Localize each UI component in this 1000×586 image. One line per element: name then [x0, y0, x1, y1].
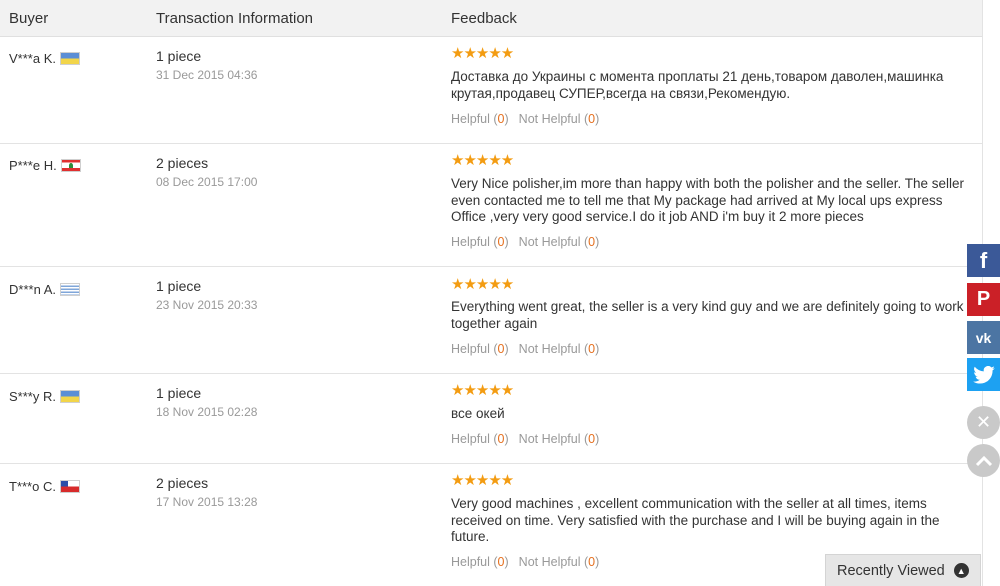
helpful-links: Helpful (0) Not Helpful (0)	[451, 342, 599, 356]
not-helpful-button[interactable]: Not Helpful (0)	[519, 432, 600, 446]
table-header: Buyer Transaction Information Feedback	[0, 0, 982, 37]
table-row: P***e H. 2 pieces 08 Dec 2015 17:00 ★★★★…	[0, 144, 982, 267]
table-row: D***n A. 1 piece 23 Nov 2015 20:33 ★★★★★…	[0, 267, 982, 374]
lebanon-flag-icon	[60, 159, 81, 172]
date: 17 Nov 2015 13:28	[156, 495, 258, 509]
buyer-cell: S***y R.	[9, 389, 80, 404]
review-text: Доставка до Украины с момента проплаты 2…	[451, 69, 944, 101]
chevron-up-icon	[975, 455, 992, 466]
pinterest-icon: P	[976, 288, 991, 310]
not-helpful-button[interactable]: Not Helpful (0)	[519, 235, 600, 249]
header-transaction: Transaction Information	[156, 10, 314, 27]
twitter-share-button[interactable]	[967, 358, 1000, 391]
helpful-button[interactable]: Helpful (0)	[451, 555, 509, 569]
review-text: Everything went great, the seller is a v…	[451, 299, 964, 331]
close-share-button[interactable]: ✕	[967, 406, 1000, 439]
vk-share-button[interactable]: vk	[967, 321, 1000, 354]
buyer-name: S***y R.	[9, 389, 56, 404]
quantity: 1 piece	[156, 48, 202, 64]
recently-viewed-label: Recently Viewed	[837, 562, 945, 579]
chile-flag-icon	[59, 480, 80, 493]
quantity: 1 piece	[156, 385, 202, 401]
rating-stars: ★★★★★	[451, 472, 514, 489]
helpful-links: Helpful (0) Not Helpful (0)	[451, 112, 599, 126]
buyer-name: D***n A.	[9, 282, 56, 297]
header-buyer: Buyer	[9, 10, 49, 27]
facebook-icon: f	[979, 247, 988, 273]
rating-stars: ★★★★★	[451, 152, 514, 169]
uruguay-flag-icon	[59, 283, 80, 296]
buyer-name: P***e H.	[9, 158, 57, 173]
header-feedback: Feedback	[451, 10, 517, 27]
buyer-cell: T***o C.	[9, 479, 80, 494]
table-row: S***y R. 1 piece 18 Nov 2015 02:28 ★★★★★…	[0, 374, 982, 464]
helpful-button[interactable]: Helpful (0)	[451, 342, 509, 356]
buyer-cell: D***n A.	[9, 282, 80, 297]
pinterest-share-button[interactable]: P	[967, 283, 1000, 316]
recently-viewed-toggle[interactable]: Recently Viewed ▲	[825, 554, 981, 586]
table-row: V***a K. 1 piece 31 Dec 2015 04:36 ★★★★★…	[0, 37, 982, 144]
facebook-share-button[interactable]: f	[967, 244, 1000, 277]
helpful-links: Helpful (0) Not Helpful (0)	[451, 432, 599, 446]
quantity: 2 pieces	[156, 475, 209, 491]
buyer-cell: V***a K.	[9, 51, 80, 66]
rating-stars: ★★★★★	[451, 45, 514, 62]
helpful-button[interactable]: Helpful (0)	[451, 432, 509, 446]
helpful-links: Helpful (0) Not Helpful (0)	[451, 235, 599, 249]
rating-stars: ★★★★★	[451, 382, 514, 399]
rating-stars: ★★★★★	[451, 276, 514, 293]
close-icon: ✕	[975, 412, 992, 432]
twitter-icon	[972, 365, 995, 384]
review-text: Very Nice polisher,im more than happy wi…	[451, 176, 965, 224]
helpful-links: Helpful (0) Not Helpful (0)	[451, 555, 599, 569]
quantity: 2 pieces	[156, 155, 209, 171]
not-helpful-button[interactable]: Not Helpful (0)	[519, 342, 600, 356]
date: 23 Nov 2015 20:33	[156, 298, 258, 312]
buyer-cell: P***e H.	[9, 158, 81, 173]
review-text: все окей	[451, 406, 505, 421]
buyer-name: V***a K.	[9, 51, 56, 66]
ukraine-flag-icon	[59, 52, 80, 65]
scroll-top-button[interactable]	[967, 444, 1000, 477]
vk-icon: vk	[975, 329, 992, 346]
date: 08 Dec 2015 17:00	[156, 175, 258, 189]
date: 31 Dec 2015 04:36	[156, 68, 258, 82]
helpful-button[interactable]: Helpful (0)	[451, 235, 509, 249]
ukraine-flag-icon	[59, 390, 80, 403]
chevron-up-icon: ▲	[953, 563, 969, 578]
review-text: Very good machines , excellent communica…	[451, 496, 940, 544]
not-helpful-button[interactable]: Not Helpful (0)	[519, 112, 600, 126]
quantity: 1 piece	[156, 278, 202, 294]
date: 18 Nov 2015 02:28	[156, 405, 258, 419]
buyer-name: T***o C.	[9, 479, 56, 494]
helpful-button[interactable]: Helpful (0)	[451, 112, 509, 126]
feedback-table: Buyer Transaction Information Feedback V…	[0, 0, 983, 586]
not-helpful-button[interactable]: Not Helpful (0)	[519, 555, 600, 569]
